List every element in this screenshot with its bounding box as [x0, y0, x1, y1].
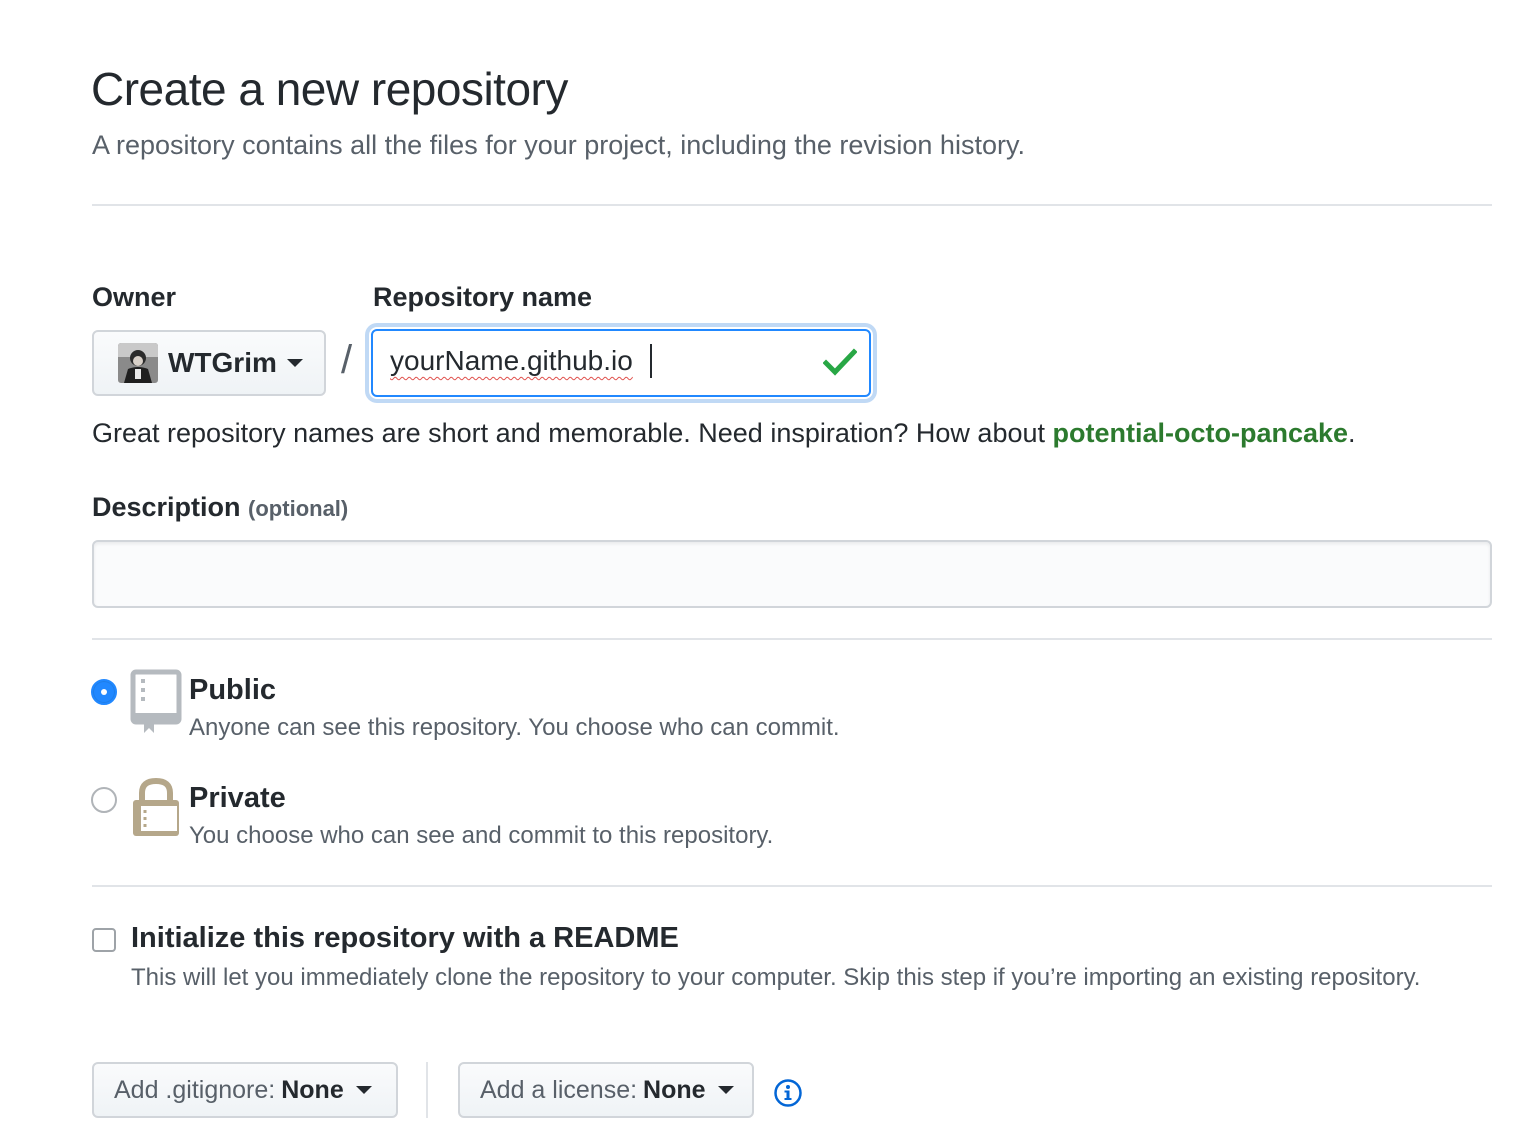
chevron-down-icon	[355, 1086, 372, 1094]
select-separator	[426, 1062, 428, 1118]
description-optional-label: (optional)	[248, 496, 349, 521]
readme-checkbox[interactable]	[92, 928, 116, 952]
gitignore-prefix: Add .gitignore:	[114, 1075, 276, 1104]
private-option-desc: You choose who can see and commit to thi…	[189, 822, 774, 849]
text-cursor	[650, 344, 652, 378]
info-icon[interactable]	[773, 1078, 803, 1108]
chevron-down-icon	[717, 1086, 734, 1094]
description-label-text: Description	[92, 492, 241, 522]
owner-name: WTGrim	[168, 347, 277, 378]
gitignore-select[interactable]: Add .gitignore: None	[92, 1062, 398, 1118]
description-input[interactable]	[92, 540, 1492, 608]
readme-title: Initialize this repository with a README	[131, 922, 679, 954]
gitignore-value: None	[281, 1075, 344, 1104]
repository-name-field[interactable]: yourName.github.io	[369, 327, 873, 399]
lock-icon	[133, 777, 179, 836]
repo-book-icon	[130, 669, 182, 733]
avatar	[118, 343, 158, 383]
owner-select[interactable]: WTGrim	[92, 330, 326, 396]
init-divider	[92, 885, 1492, 887]
check-icon	[823, 348, 857, 376]
public-radio[interactable]	[91, 679, 117, 705]
license-select[interactable]: Add a license: None	[458, 1062, 754, 1118]
public-option-desc: Anyone can see this repository. You choo…	[189, 714, 840, 741]
owner-repo-separator: /	[341, 338, 353, 382]
chevron-down-icon	[286, 359, 303, 367]
license-prefix: Add a license:	[480, 1075, 638, 1104]
name-hint-period: .	[1348, 418, 1356, 448]
repository-name-value: yourName.github.io	[390, 345, 633, 376]
repository-name-label: Repository name	[373, 282, 593, 312]
private-option-title: Private	[189, 782, 286, 814]
owner-label: Owner	[92, 282, 177, 312]
page-subtitle: A repository contains all the files for …	[92, 130, 1025, 160]
public-option-title: Public	[189, 674, 277, 706]
page-title: Create a new repository	[91, 63, 568, 115]
name-hint: Great repository names are short and mem…	[92, 418, 1356, 449]
visibility-divider	[92, 638, 1492, 640]
name-hint-text: Great repository names are short and mem…	[92, 418, 1053, 448]
description-label: Description (optional)	[92, 492, 348, 523]
name-suggestion-link[interactable]: potential-octo-pancake	[1053, 418, 1349, 448]
header-divider	[92, 204, 1492, 206]
license-value: None	[643, 1075, 706, 1104]
private-radio[interactable]	[91, 787, 117, 813]
readme-desc: This will let you immediately clone the …	[131, 964, 1421, 991]
